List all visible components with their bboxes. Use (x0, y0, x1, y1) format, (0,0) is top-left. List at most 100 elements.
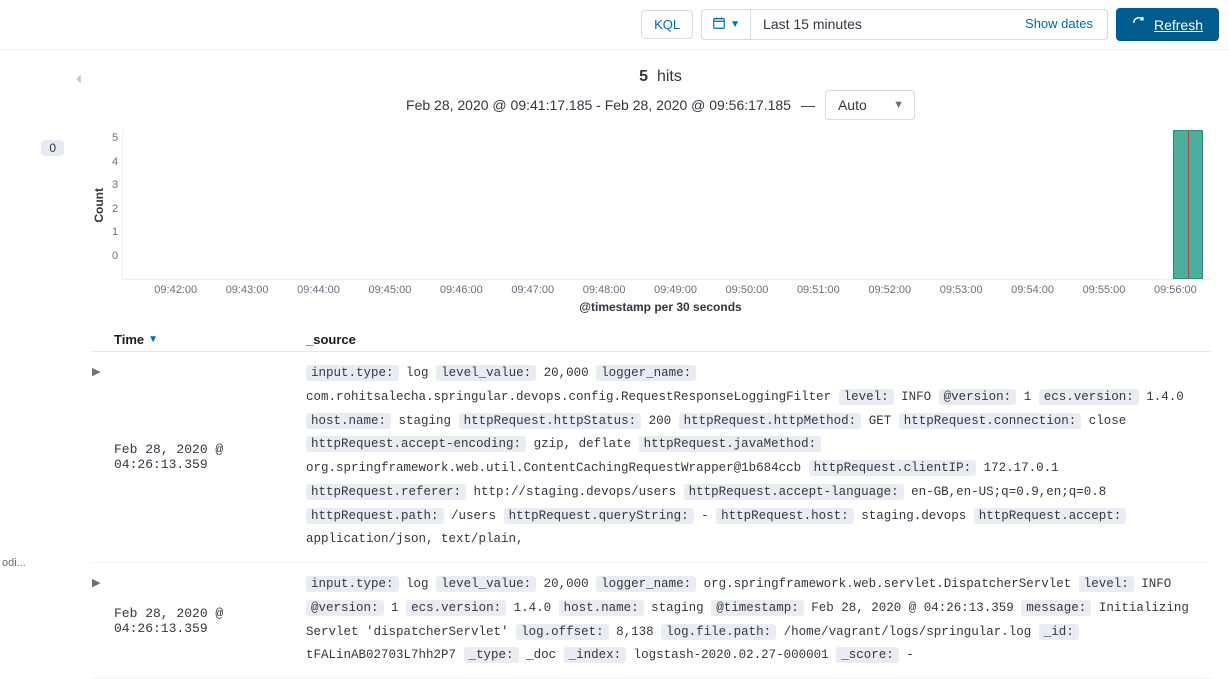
chevron-down-icon: ▼ (893, 99, 904, 111)
field-key: logger_name: (596, 365, 696, 381)
field-key: httpRequest.accept: (974, 508, 1127, 524)
field-key: @timestamp: (711, 600, 804, 616)
y-tick: 5 (112, 132, 118, 144)
table-row: ▶Feb 28, 2020 @ 04:26:13.359input.type: … (92, 352, 1211, 563)
field-key: _id: (1039, 624, 1079, 640)
truncated-field-text: odi... (2, 557, 26, 569)
field-key: ecs.version: (1039, 389, 1139, 405)
date-range-text[interactable]: Last 15 minutes (751, 10, 1011, 39)
field-key: _score: (836, 647, 899, 663)
field-value: /users (451, 509, 496, 523)
field-key: level: (1079, 576, 1134, 592)
field-value: _doc (526, 648, 556, 662)
field-key: input.type: (306, 576, 399, 592)
field-value: 1.4.0 (1146, 390, 1184, 404)
x-tick: 09:43:00 (211, 284, 282, 296)
field-key: @version: (939, 389, 1017, 405)
hit-count: 5 (639, 68, 648, 85)
time-header[interactable]: Time ▼ (110, 332, 306, 347)
dash: — (801, 97, 815, 113)
row-time: Feb 28, 2020 @ 04:26:13.359 (110, 573, 306, 668)
sort-desc-icon: ▼ (148, 334, 158, 345)
calendar-button[interactable]: ▼ (702, 10, 751, 39)
field-value: gzip, deflate (534, 437, 632, 451)
expand-row-toggle[interactable]: ▶ (92, 362, 110, 552)
interval-value: Auto (838, 97, 867, 113)
x-tick: 09:45:00 (354, 284, 425, 296)
bar-marker (1188, 131, 1189, 278)
field-value: - (906, 648, 914, 662)
field-key: _type: (464, 647, 519, 663)
field-value: staging (399, 414, 452, 428)
expand-row-toggle[interactable]: ▶ (92, 573, 110, 668)
refresh-button[interactable]: Refresh (1116, 8, 1219, 41)
field-key: level_value: (436, 576, 536, 592)
y-tick: 3 (112, 179, 118, 191)
field-value: close (1089, 414, 1127, 428)
x-tick: 09:53:00 (925, 284, 996, 296)
field-key: httpRequest.clientIP: (809, 460, 977, 476)
row-time: Feb 28, 2020 @ 04:26:13.359 (110, 362, 306, 552)
field-value: - (701, 509, 709, 523)
field-value: GET (869, 414, 892, 428)
field-value: logstash-2020.02.27-000001 (634, 648, 829, 662)
histogram-bar[interactable] (1173, 130, 1203, 279)
field-key: httpRequest.accept-encoding: (306, 436, 526, 452)
main-panel: 5 hits Feb 28, 2020 @ 09:41:17.185 - Feb… (70, 50, 1229, 679)
row-source: input.type: log level_value: 20,000 logg… (306, 362, 1211, 552)
plot-area[interactable] (122, 130, 1211, 280)
row-source: input.type: log level_value: 20,000 logg… (306, 573, 1211, 668)
x-tick: 09:48:00 (568, 284, 639, 296)
time-range-text: Feb 28, 2020 @ 09:41:17.185 - Feb 28, 20… (406, 97, 791, 113)
interval-select[interactable]: Auto ▼ (825, 90, 915, 120)
field-value: http://staging.devops/users (474, 485, 677, 499)
field-key: httpRequest.referer: (306, 484, 466, 500)
x-tick: 09:50:00 (711, 284, 782, 296)
field-value: 200 (649, 414, 672, 428)
collapse-sidebar-icon[interactable] (72, 72, 86, 89)
x-axis-label: @timestamp per 30 seconds (92, 300, 1229, 314)
field-key: httpRequest.path: (306, 508, 444, 524)
field-key: httpRequest.javaMethod: (639, 436, 822, 452)
field-value: 1.4.0 (514, 601, 552, 615)
field-value: 1 (1024, 390, 1032, 404)
field-value: org.springframework.web.util.ContentCach… (306, 461, 801, 475)
field-value: en-GB,en-US;q=0.9,en;q=0.8 (911, 485, 1106, 499)
field-value: Feb 28, 2020 @ 04:26:13.359 (811, 601, 1014, 615)
field-key: message: (1021, 600, 1091, 616)
x-tick: 09:46:00 (426, 284, 497, 296)
x-tick: 09:56:00 (1140, 284, 1211, 296)
field-key: httpRequest.queryString: (504, 508, 694, 524)
y-tick: 4 (112, 156, 118, 168)
y-axis-ticks: 5 4 3 2 1 0 (108, 130, 122, 280)
x-tick: 09:51:00 (783, 284, 854, 296)
field-value: staging.devops (861, 509, 966, 523)
date-range-picker[interactable]: ▼ Last 15 minutes Show dates (701, 9, 1108, 40)
field-key: httpRequest.httpMethod: (679, 413, 862, 429)
fields-sidebar: 0 (0, 50, 70, 679)
field-key: logger_name: (596, 576, 696, 592)
field-value: 20,000 (544, 366, 589, 380)
field-key: host.name: (306, 413, 391, 429)
kql-toggle[interactable]: KQL (641, 10, 693, 39)
x-tick: 09:42:00 (140, 284, 211, 296)
y-tick: 0 (112, 250, 118, 262)
field-value: /home/vagrant/logs/springular.log (784, 625, 1032, 639)
expand-header (92, 332, 110, 347)
y-axis-label: Count (92, 188, 106, 223)
field-key: _index: (564, 647, 627, 663)
source-header[interactable]: _source (306, 332, 1211, 347)
field-key: ecs.version: (406, 600, 506, 616)
hit-count-label: hits (657, 68, 682, 85)
x-tick: 09:52:00 (854, 284, 925, 296)
histogram-chart: Count 5 4 3 2 1 0 (92, 130, 1229, 280)
field-value: com.rohitsalecha.springular.devops.confi… (306, 390, 831, 404)
x-axis-ticks: 09:42:00 09:43:00 09:44:00 09:45:00 09:4… (92, 280, 1229, 298)
x-tick: 09:44:00 (283, 284, 354, 296)
field-key: log.offset: (516, 624, 609, 640)
field-value: 8,138 (616, 625, 654, 639)
field-key: @version: (306, 600, 384, 616)
refresh-label: Refresh (1154, 17, 1203, 33)
show-dates-link[interactable]: Show dates (1011, 10, 1107, 39)
field-value: staging (651, 601, 704, 615)
